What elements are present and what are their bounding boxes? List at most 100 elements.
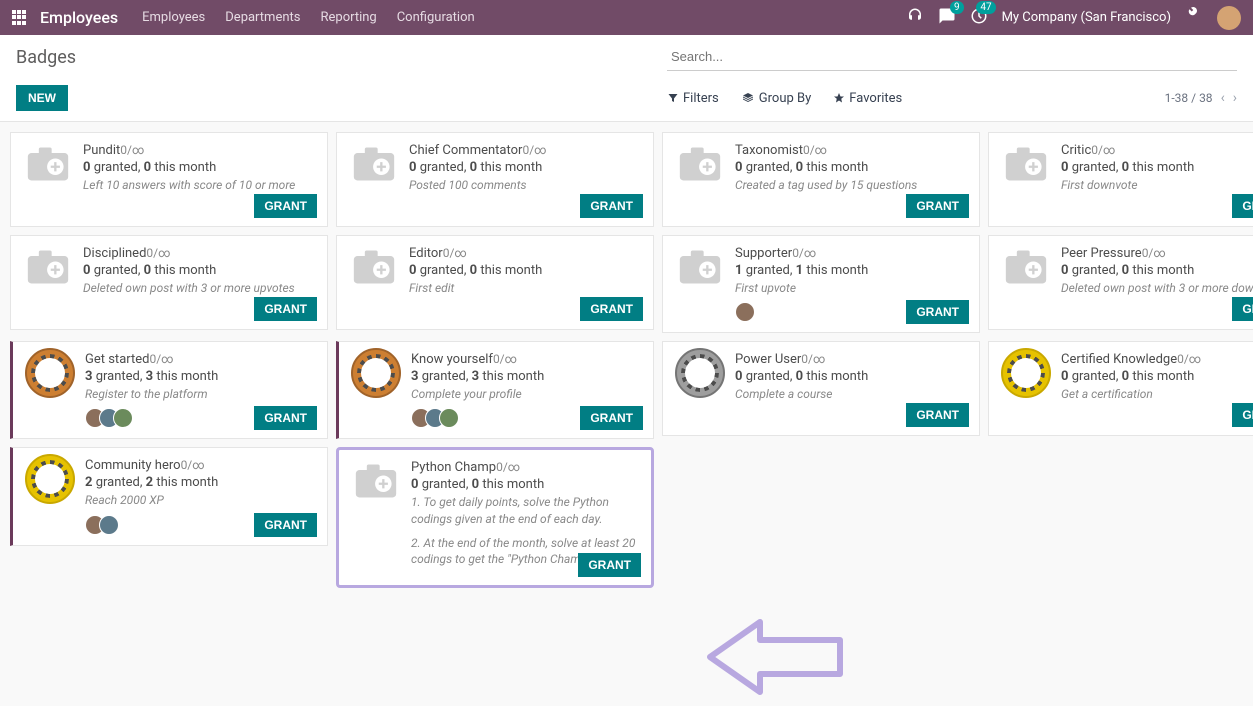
camera-placeholder-icon	[678, 145, 722, 183]
badge-card[interactable]: Chief Commentator0/∞0 granted, 0 this mo…	[336, 132, 654, 227]
badge-title: Disciplined0/∞	[83, 246, 315, 261]
topbar-right: 9 47 My Company (San Francisco)	[906, 6, 1241, 30]
badge-thumb	[675, 246, 725, 288]
grant-button[interactable]: GRANT	[580, 297, 643, 321]
badge-medal-silver	[675, 348, 725, 398]
badge-stats: 3 granted, 3 this month	[411, 369, 641, 384]
badge-title: Know yourself0/∞	[411, 352, 641, 367]
badge-title: Taxonomist0/∞	[735, 143, 967, 158]
grant-button[interactable]: GRANT	[906, 403, 969, 427]
badge-title: Power User0/∞	[735, 352, 967, 367]
badge-stats: 0 granted, 0 this month	[1061, 160, 1253, 175]
search-wrap	[667, 43, 1237, 71]
camera-placeholder-icon	[1004, 145, 1048, 183]
badge-title: Chief Commentator0/∞	[409, 143, 641, 158]
badge-card[interactable]: Disciplined0/∞0 granted, 0 this monthDel…	[10, 235, 328, 330]
badge-thumb	[23, 143, 73, 185]
grant-button[interactable]: GRANT	[580, 194, 643, 218]
camera-placeholder-icon	[678, 248, 722, 286]
activity-icon[interactable]: 47	[970, 7, 988, 29]
badge-card[interactable]: Supporter0/∞1 granted, 1 this monthFirst…	[662, 235, 980, 333]
badge-desc: Register to the platform	[85, 386, 315, 402]
pager-prev[interactable]: ‹	[1221, 90, 1225, 106]
badge-card[interactable]: Pundit0/∞0 granted, 0 this monthLeft 10 …	[10, 132, 328, 227]
user-avatar-small[interactable]	[439, 408, 459, 428]
nav-departments[interactable]: Departments	[225, 10, 300, 25]
grant-button[interactable]: GRANT	[906, 194, 969, 218]
badge-desc: Deleted own post with 3 or more downvote…	[1061, 280, 1253, 296]
badge-card[interactable]: Peer Pressure0/∞0 granted, 0 this monthD…	[988, 235, 1253, 330]
user-avatar-small[interactable]	[113, 408, 133, 428]
badge-desc: Created a tag used by 15 questions	[735, 177, 967, 193]
badge-card[interactable]: Editor0/∞0 granted, 0 this monthFirst ed…	[336, 235, 654, 330]
badge-thumb	[349, 246, 399, 288]
tools-icon[interactable]	[1185, 7, 1203, 29]
badge-desc: Posted 100 comments	[409, 177, 641, 193]
groupby-menu[interactable]: Group By	[741, 91, 812, 106]
nav-employees[interactable]: Employees	[142, 10, 205, 25]
badge-medal-gold	[25, 454, 75, 504]
messaging-icon[interactable]: 9	[938, 7, 956, 29]
grant-button[interactable]: GRANT	[254, 406, 317, 430]
badge-desc: Deleted own post with 3 or more upvotes	[83, 280, 315, 296]
user-avatar[interactable]	[1217, 6, 1241, 30]
badge-stats: 0 granted, 0 this month	[735, 369, 967, 384]
apps-icon[interactable]	[12, 10, 28, 26]
grant-button[interactable]: GRANT	[1232, 194, 1253, 218]
badge-desc: Left 10 answers with score of 10 or more	[83, 177, 315, 193]
badge-card[interactable]: Certified Knowledge0/∞ 0 granted, 0 this …	[988, 341, 1253, 436]
grant-button[interactable]: GRANT	[254, 513, 317, 537]
badge-card[interactable]: Get started0/∞ 3 granted, 3 this month Reg…	[10, 341, 328, 439]
grant-button[interactable]: GRANT	[578, 553, 641, 577]
pager: 1-38 / 38 ‹ ›	[1165, 90, 1237, 106]
badge-thumb	[349, 143, 399, 185]
grant-button[interactable]: GRANT	[254, 194, 317, 218]
annotation-arrow	[700, 612, 850, 702]
new-button[interactable]: NEW	[16, 85, 68, 111]
badge-stats: 0 granted, 0 this month	[411, 477, 639, 492]
badge-stats: 0 granted, 0 this month	[83, 160, 315, 175]
user-avatar-small[interactable]	[735, 302, 755, 322]
pager-text: 1-38 / 38	[1165, 91, 1213, 105]
nav-reporting[interactable]: Reporting	[320, 10, 376, 25]
pager-next[interactable]: ›	[1233, 90, 1237, 106]
chat-badge: 9	[950, 1, 964, 14]
grant-button[interactable]: GRANT	[1232, 403, 1253, 427]
grant-button[interactable]: GRANT	[1232, 297, 1253, 321]
page-title: Badges	[16, 47, 76, 68]
badge-title: Certified Knowledge0/∞	[1061, 352, 1253, 367]
badge-desc: Complete your profile	[411, 386, 641, 402]
grant-button[interactable]: GRANT	[580, 406, 643, 430]
badge-card[interactable]: Power User0/∞ 0 granted, 0 this month Comp…	[662, 341, 980, 436]
grant-button[interactable]: GRANT	[254, 297, 317, 321]
filters-menu[interactable]: Filters	[667, 91, 719, 106]
badge-card[interactable]: Taxonomist0/∞0 granted, 0 this monthCrea…	[662, 132, 980, 227]
grant-button[interactable]: GRANT	[906, 300, 969, 324]
user-avatar-small[interactable]	[99, 515, 119, 535]
badge-medal-bronze	[351, 348, 401, 398]
phone-icon[interactable]	[906, 7, 924, 29]
favorites-menu[interactable]: Favorites	[833, 91, 902, 106]
badge-thumb	[23, 246, 73, 288]
badge-card[interactable]: Python Champ0/∞0 granted, 0 this month1.…	[336, 447, 654, 588]
badge-stats: 0 granted, 0 this month	[1061, 369, 1253, 384]
badge-card[interactable]: Community hero0/∞2 granted, 2 this month…	[10, 447, 328, 545]
badge-title: Supporter0/∞	[735, 246, 967, 261]
badge-title: Python Champ0/∞	[411, 460, 639, 475]
search-input[interactable]	[667, 43, 1237, 71]
badge-medal-gold	[1001, 348, 1051, 398]
nav-configuration[interactable]: Configuration	[397, 10, 475, 25]
badge-card[interactable]: Critic0/∞0 granted, 0 this monthFirst do…	[988, 132, 1253, 227]
camera-placeholder-icon	[352, 145, 396, 183]
app-brand[interactable]: Employees	[40, 8, 118, 27]
badge-desc: Complete a course	[735, 386, 967, 402]
camera-placeholder-icon	[1004, 248, 1048, 286]
badge-card[interactable]: Know yourself0/∞ 3 granted, 3 this month C…	[336, 341, 654, 439]
badge-title: Get started0/∞	[85, 352, 315, 367]
company-selector[interactable]: My Company (San Francisco)	[1002, 10, 1171, 25]
camera-placeholder-icon	[26, 145, 70, 183]
badge-medal-bronze	[25, 348, 75, 398]
badge-thumb	[25, 352, 75, 394]
badge-stats: 3 granted, 3 this month	[85, 369, 315, 384]
badge-desc: Get a certification	[1061, 386, 1253, 402]
